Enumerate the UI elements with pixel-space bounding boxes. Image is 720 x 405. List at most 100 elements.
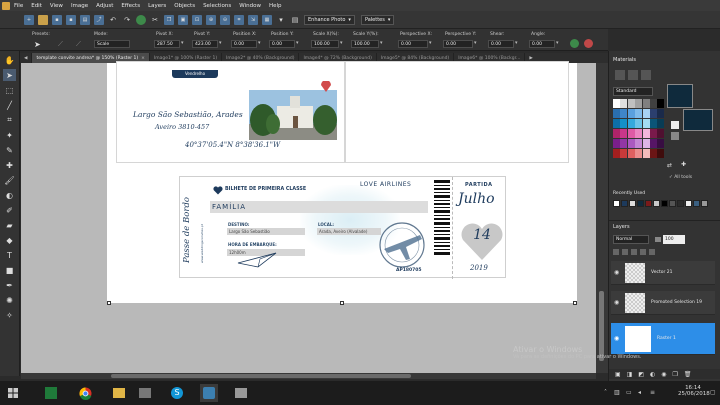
cancel-icon[interactable] <box>584 39 593 48</box>
enhance-photo-dropdown[interactable]: Enhance Photo ▾ <box>304 14 355 25</box>
color-swatch[interactable] <box>657 149 665 158</box>
duplicate-layer-icon[interactable]: ❐ <box>673 371 678 378</box>
perspective-y-input[interactable]: 0.00 <box>443 40 473 48</box>
network-icon[interactable]: ▥ <box>614 389 620 396</box>
print-icon[interactable]: ▤ <box>80 14 90 25</box>
crop-tool-icon[interactable]: ⌗ <box>3 114 16 126</box>
scale-x-input[interactable]: 100.00 <box>311 40 339 48</box>
eye-icon[interactable]: ◉ <box>614 335 619 342</box>
swap-colors-icon[interactable] <box>671 121 679 129</box>
delete-layer-icon[interactable]: 🗑 <box>684 371 692 378</box>
redo-icon[interactable]: ↷ <box>122 15 132 25</box>
color-swatch[interactable] <box>642 109 650 118</box>
undo-icon[interactable]: ↶ <box>108 15 118 25</box>
color-swatch[interactable] <box>627 139 635 148</box>
recent-color-swatch[interactable] <box>701 200 708 207</box>
spinner-icon[interactable]: ▾ <box>380 40 385 48</box>
fit-window-icon[interactable]: ⊡ <box>192 14 202 25</box>
recent-color-swatch[interactable] <box>685 200 692 207</box>
color-swatch[interactable] <box>627 149 635 158</box>
perspective-x-input[interactable]: 0.00 <box>398 40 428 48</box>
clone-tool-icon[interactable]: ✎ <box>3 144 16 156</box>
materials-swatches-icon[interactable] <box>641 70 651 80</box>
notifications-icon[interactable]: ▢ <box>710 389 716 396</box>
menu-selections[interactable]: Selections <box>203 3 231 9</box>
all-tools-checkbox[interactable]: ✓ All tools <box>669 175 692 180</box>
eye-icon[interactable]: ◉ <box>614 269 619 276</box>
vector-icon[interactable]: ◩ <box>638 371 644 378</box>
shear-input[interactable]: 0.00 <box>488 40 514 48</box>
selection-handle[interactable] <box>573 301 577 305</box>
recent-color-swatch[interactable] <box>637 200 644 207</box>
scroll-thumb[interactable] <box>111 374 411 378</box>
spinner-icon[interactable]: ▾ <box>181 40 186 48</box>
materials-rainbow-icon[interactable] <box>628 70 638 80</box>
spinner-icon[interactable]: ▾ <box>219 40 224 48</box>
color-swatch[interactable] <box>620 109 628 118</box>
color-swatch[interactable] <box>650 149 657 158</box>
group-icon[interactable] <box>640 249 646 255</box>
spinner-icon[interactable]: ▾ <box>296 40 301 48</box>
zoom-out-icon[interactable]: ⊖ <box>220 14 230 25</box>
color-swatch[interactable] <box>657 139 665 148</box>
recent-color-swatch[interactable] <box>677 200 684 207</box>
clock[interactable]: 16:14 25/06/2018 <box>678 385 710 397</box>
spinner-icon[interactable]: ▾ <box>258 40 263 48</box>
mask-layer-icon[interactable]: ◐ <box>650 371 655 378</box>
apply-icon[interactable] <box>570 39 579 48</box>
materials-frame-icon[interactable] <box>615 70 625 80</box>
pen-tool-icon[interactable]: ✒ <box>3 279 16 291</box>
share-icon[interactable]: ⤴ <box>94 14 104 25</box>
blend-mode-select[interactable]: Normal <box>613 235 649 244</box>
color-swatch[interactable] <box>627 119 635 128</box>
menu-objects[interactable]: Objects <box>174 3 195 9</box>
vertical-scrollbar[interactable] <box>596 63 608 373</box>
chrome-icon[interactable] <box>76 384 94 402</box>
mask-icon[interactable] <box>631 249 637 255</box>
paint-brush-icon[interactable]: 🖌 <box>3 174 16 186</box>
spinner-icon[interactable]: ▾ <box>474 40 479 48</box>
color-swatch[interactable] <box>613 99 620 108</box>
film-icon[interactable] <box>136 384 154 402</box>
color-swatch[interactable] <box>635 99 643 108</box>
recent-color-swatch[interactable] <box>645 200 652 207</box>
color-swatch[interactable] <box>642 139 650 148</box>
recent-color-swatch[interactable] <box>629 200 636 207</box>
selection-handle[interactable] <box>107 301 111 305</box>
recent-color-swatch[interactable] <box>653 200 660 207</box>
color-swatch[interactable] <box>642 119 650 128</box>
lock-icon[interactable] <box>613 249 619 255</box>
cut-icon[interactable]: ✂ <box>150 15 160 25</box>
color-swatch[interactable] <box>635 129 643 138</box>
color-swatch[interactable] <box>635 149 643 158</box>
skype-icon[interactable]: S <box>168 384 186 402</box>
view-toggle-icon[interactable]: ▦ <box>262 14 272 25</box>
color-swatch[interactable] <box>657 129 665 138</box>
paintshop-icon[interactable] <box>200 384 218 402</box>
new-file-icon[interactable]: + <box>24 14 34 25</box>
tray-arrow-icon[interactable]: ˄ <box>604 389 607 396</box>
paste-icon[interactable]: ▣ <box>178 14 188 25</box>
crop-icon[interactable]: ⌗ <box>234 14 244 25</box>
pivot-x-input[interactable]: 287.50 <box>154 40 180 48</box>
windows-start-icon[interactable] <box>4 384 22 402</box>
position-y-input[interactable]: 0.00 <box>269 40 295 48</box>
language-icon[interactable]: ≡ <box>650 389 655 396</box>
color-swatch[interactable] <box>642 149 650 158</box>
color-swatch[interactable] <box>627 109 635 118</box>
explorer-icon[interactable] <box>110 384 128 402</box>
color-swatch[interactable] <box>657 99 665 108</box>
dodge-tool-icon[interactable]: ◐ <box>3 189 16 201</box>
color-swatch[interactable] <box>613 129 620 138</box>
swap-icon[interactable]: ⇄ <box>667 162 672 169</box>
raster-icon[interactable]: ◨ <box>627 371 633 378</box>
background-swatch[interactable] <box>683 109 713 131</box>
warp-brush-icon[interactable]: ✺ <box>3 294 16 306</box>
scratch-remover-icon[interactable]: ✚ <box>3 159 16 171</box>
menu-view[interactable]: View <box>50 3 63 9</box>
resize-icon[interactable]: ⇲ <box>248 14 258 25</box>
color-swatch[interactable] <box>620 119 628 128</box>
preset-shape-icon[interactable]: ■ <box>3 264 16 276</box>
layer-row-promoted-selection[interactable]: ◉ Promoted Selection 19 <box>611 291 715 315</box>
color-swatch[interactable] <box>635 119 643 128</box>
